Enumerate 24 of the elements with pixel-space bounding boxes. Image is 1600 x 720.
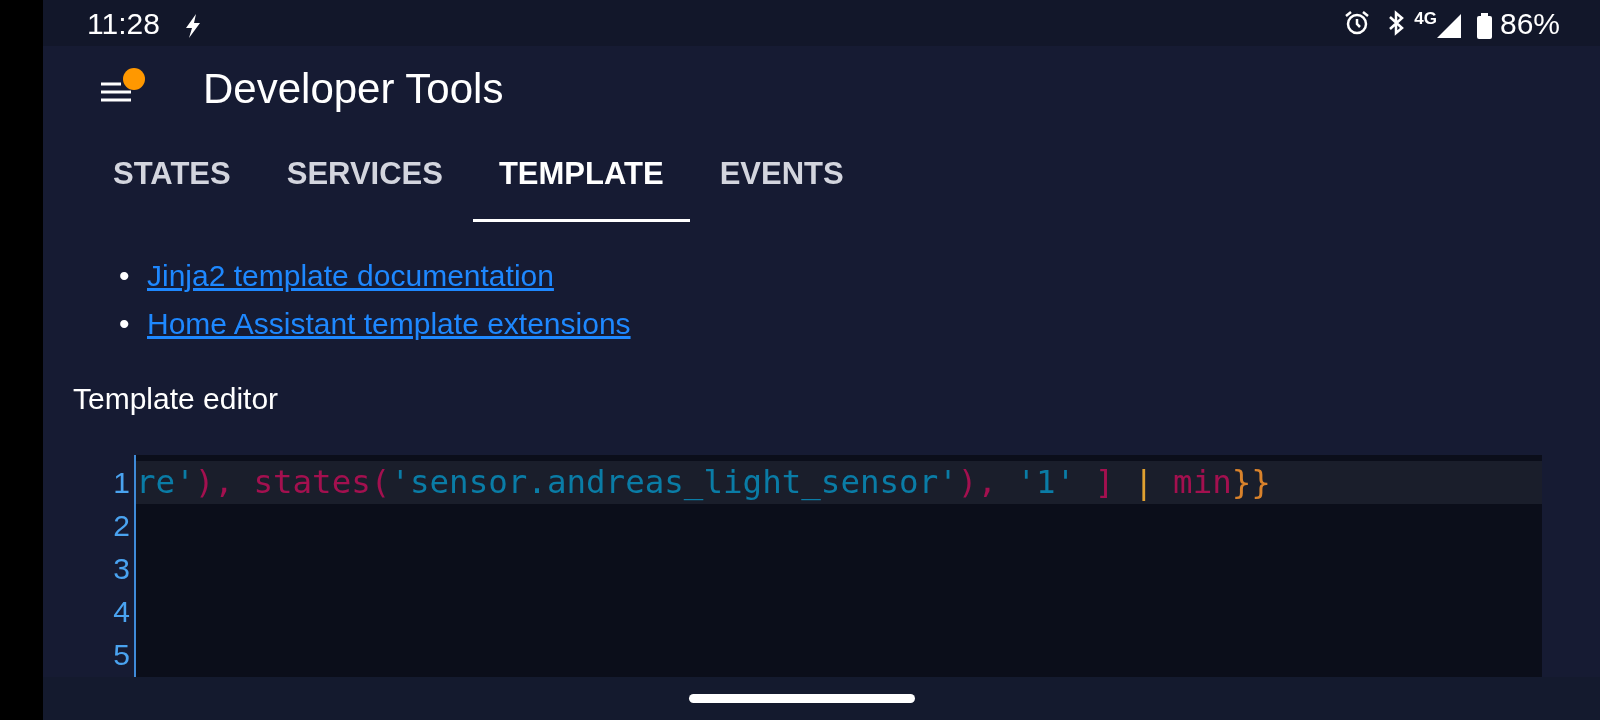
clock-time: 11:28 bbox=[87, 5, 160, 42]
line-number: 5 bbox=[112, 637, 131, 673]
tab[interactable]: STATES bbox=[87, 130, 257, 222]
code-editor[interactable]: 1 2 3 4 5 re'), states('sensor.andreas_light_sensor'), '1' ] | min}} bbox=[90, 455, 1542, 677]
editor-label: Template editor bbox=[73, 381, 280, 417]
battery-icon bbox=[1476, 12, 1492, 39]
tab[interactable]: SERVICES bbox=[260, 130, 469, 222]
line-number: 1 bbox=[112, 465, 131, 501]
tab[interactable]: EVENTS bbox=[693, 130, 870, 222]
battery-level: 86% bbox=[1499, 5, 1560, 42]
network-type: 4G bbox=[1414, 8, 1437, 30]
line-number: 2 bbox=[112, 508, 131, 544]
line-number: 3 bbox=[112, 551, 131, 587]
tab[interactable]: TEMPLATE bbox=[472, 130, 690, 222]
home-handle[interactable] bbox=[688, 694, 915, 703]
bullet: • bbox=[119, 258, 131, 294]
alarm-icon bbox=[1344, 10, 1371, 36]
doc-link[interactable]: Jinja2 template documentation bbox=[147, 259, 554, 292]
flash-icon bbox=[183, 13, 202, 38]
doc-link[interactable]: Home Assistant template extensions bbox=[147, 307, 631, 340]
signal-icon bbox=[1436, 13, 1461, 38]
line-number: 4 bbox=[112, 594, 131, 630]
page-title: Developer Tools bbox=[203, 63, 504, 114]
bullet: • bbox=[119, 306, 131, 342]
